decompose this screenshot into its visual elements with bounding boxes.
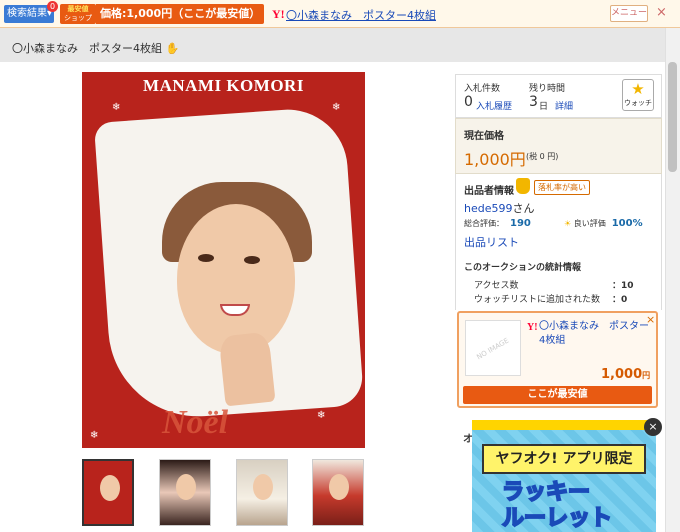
access-count-label: アクセス数: [474, 281, 519, 291]
snowflake-icon: ❄: [90, 430, 99, 441]
ad-banner[interactable]: ヤフオク! アプリ限定 ラッキー ルーレット: [472, 420, 656, 532]
no-image-text: NO IMAGE: [475, 336, 511, 362]
time-left-value: 3: [529, 94, 538, 110]
time-left-unit: 日: [539, 102, 549, 112]
auction-stats-heading: このオークションの統計情報: [464, 263, 582, 273]
cheapest-logo-line1: 最安値: [67, 5, 89, 13]
time-left-label: 残り時間: [529, 84, 566, 94]
ad-headline: ラッキー ルーレット: [501, 479, 613, 532]
seller-listings-link[interactable]: 出品リスト: [464, 234, 519, 250]
bid-history-link[interactable]: 入札履歴: [476, 99, 512, 112]
popup-price: 1,000円: [601, 367, 650, 382]
main-product-image[interactable]: MANAMI KOMORI ❄ ❄ ❄ ❄ Noël: [82, 72, 365, 448]
bids-label: 入札件数: [464, 84, 501, 94]
scrollbar-thumb[interactable]: [668, 62, 677, 172]
eye-shape: [198, 254, 214, 262]
tax-note: (税 0 円): [526, 152, 559, 161]
total-rating-label: 総合評価：: [464, 219, 504, 228]
item-link[interactable]: 〇小森まなみ ポスター4枚組: [286, 7, 436, 23]
cheapest-button[interactable]: ここが最安値: [463, 386, 652, 404]
popup-price-value: 1,000: [601, 367, 643, 382]
auction-stats: このオークションの統計情報 アクセス数 ：10 ウォッチリストに追加された数 ：…: [455, 256, 662, 310]
popup-price-unit: 円: [642, 371, 651, 380]
eye-shape: [244, 256, 260, 264]
thumb-face: [329, 474, 349, 500]
thumbnail-3[interactable]: [236, 459, 288, 526]
snowflake-icon: ❄: [317, 410, 326, 421]
watchlist-count-value: ：0: [612, 295, 628, 305]
watchlist-count-label: ウォッチリストに追加された数: [474, 295, 601, 305]
ad-close-icon[interactable]: ×: [644, 418, 662, 436]
face-shape: [177, 204, 295, 354]
hand-icon: ✋: [165, 42, 180, 55]
extension-bar: 検索結果▾ 0 最安値 ショップ 価格:1,000円（ここが最安値） Y! 〇小…: [0, 0, 680, 28]
snowflake-icon: ❄: [332, 102, 341, 113]
good-rating: ☀ 良い評価 100%: [564, 218, 643, 229]
yahoo-logo-icon: Y!: [527, 322, 538, 333]
item-title-bar: 〇小森まなみ ポスター4枚組 ✋: [0, 28, 665, 62]
search-results-label: 検索結果▾: [7, 8, 53, 19]
total-rating-value[interactable]: 190: [510, 218, 531, 229]
current-price-value: 1,000円: [464, 150, 526, 169]
item-title: 〇小森まなみ ポスター4枚組 ✋: [12, 40, 179, 56]
sun-icon: ☀: [564, 219, 572, 228]
watch-button[interactable]: ★ ウォッチ: [622, 79, 654, 111]
access-count-value: ：10: [612, 281, 634, 291]
seller-name: hede599さん: [464, 200, 535, 216]
seller-name-link[interactable]: hede599: [464, 202, 513, 215]
poster-heading: MANAMI KOMORI: [143, 76, 304, 95]
bids-count: 0: [464, 94, 473, 110]
trophy-icon: [516, 178, 530, 194]
close-icon[interactable]: ×: [656, 5, 667, 20]
ad-top-stripe: [472, 420, 656, 430]
watch-label: ウォッチ: [624, 99, 652, 107]
popup-item-link[interactable]: 〇小森まなみ ポスター4枚組: [539, 320, 654, 348]
hands-shape: [218, 331, 276, 407]
current-price-heading: 現在価格: [464, 131, 504, 142]
search-results-button[interactable]: 検索結果▾ 0: [4, 1, 58, 23]
item-title-text: 〇小森まなみ ポスター4枚組: [12, 42, 162, 55]
ad-headline-line2: ルーレット: [501, 505, 613, 532]
seller-name-suffix: さん: [512, 202, 535, 215]
cheapest-popup: NO IMAGE Y! 〇小森まなみ ポスター4枚組 1,000円 × ここが最…: [457, 311, 658, 408]
popup-close-icon[interactable]: ×: [646, 313, 655, 326]
thumbnail-1[interactable]: [82, 459, 134, 526]
cheapest-logo-line2: ショップ: [64, 14, 92, 22]
high-win-rate-badge: 落札率が高い: [534, 180, 590, 195]
menu-button[interactable]: メニュー: [610, 5, 648, 22]
star-icon: ★: [631, 80, 645, 98]
watchlist-count-row: ウォッチリストに追加された数 ：0: [474, 292, 644, 305]
cheapest-price-label[interactable]: 価格:1,000円（ここが最安値）: [96, 4, 264, 24]
access-count-row: アクセス数 ：10: [474, 278, 644, 291]
ad-headline-line1: ラッキー: [501, 479, 591, 506]
good-rating-label: 良い評価: [573, 219, 606, 228]
seller-heading: 出品者情報: [464, 186, 514, 197]
thumbnail-2[interactable]: [159, 459, 211, 526]
thumbnail-4[interactable]: [312, 459, 364, 526]
snowflake-icon: ❄: [112, 102, 121, 113]
no-image-placeholder: NO IMAGE: [465, 320, 521, 376]
seller-info: 出品者情報 落札率が高い hede599さん 総合評価： 190 ☀ 良い評価 10…: [455, 174, 662, 256]
total-rating: 総合評価： 190: [464, 218, 531, 229]
thumb-face: [253, 474, 273, 500]
notification-badge: 0: [47, 1, 58, 12]
thumb-face: [176, 474, 196, 500]
yahoo-logo-icon: Y!: [272, 7, 285, 21]
details-link[interactable]: 詳細: [555, 99, 573, 112]
current-price-box: 現在価格 1,000円 (税 0 円): [455, 118, 662, 174]
ad-tag: ヤフオク! アプリ限定: [482, 444, 646, 474]
poster-script-text: Noël: [162, 404, 229, 441]
thumb-face: [100, 475, 120, 501]
good-rating-value: 100%: [611, 218, 643, 229]
cheapest-shop-logo: 最安値 ショップ: [60, 4, 96, 24]
